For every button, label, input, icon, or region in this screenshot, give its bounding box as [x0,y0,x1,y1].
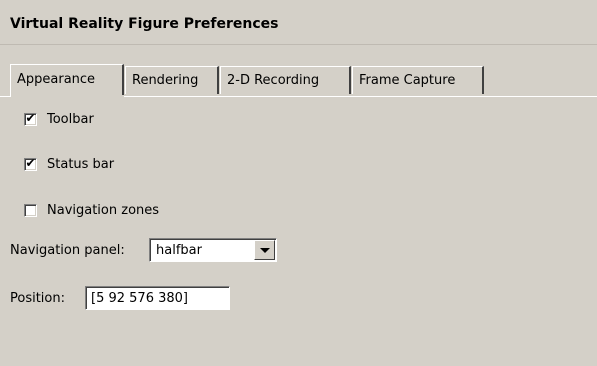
tab-appearance-label: Appearance [17,72,96,87]
dialog-header: Virtual Reality Figure Preferences [0,0,597,45]
toolbar-option[interactable]: ✔ Toolbar [24,111,94,127]
check-icon: ✔ [25,155,36,170]
navigation-zones-checkbox[interactable] [24,203,37,217]
tab-appearance[interactable]: Appearance [10,64,124,96]
toolbar-checkbox[interactable]: ✔ [24,110,37,126]
preferences-tabstrip: Appearance Rendering 2-D Recording Frame… [10,64,490,96]
tab-2d-recording[interactable]: 2-D Recording [220,66,351,94]
tab-2d-recording-label: 2-D Recording [227,73,320,88]
navigation-zones-option[interactable]: Navigation zones [24,202,159,218]
position-field[interactable]: [5 92 576 380] [85,286,230,310]
status-bar-label: Status bar [47,156,115,172]
toolbar-label: Toolbar [47,111,94,127]
status-bar-option[interactable]: ✔ Status bar [24,156,114,172]
dropdown-button[interactable] [254,240,275,260]
position-value: [5 92 576 380] [91,291,188,306]
navigation-panel-label: Navigation panel: [10,243,125,258]
position-label: Position: [10,291,65,306]
navigation-panel-value: halfbar [156,243,202,258]
navigation-panel-select[interactable]: halfbar [149,238,277,262]
tab-rendering[interactable]: Rendering [125,66,219,94]
tab-frame-capture-label: Frame Capture [359,73,456,88]
status-bar-checkbox[interactable]: ✔ [24,155,37,171]
dialog-title: Virtual Reality Figure Preferences [10,16,279,32]
tab-frame-capture[interactable]: Frame Capture [352,66,484,94]
active-tab-gap [11,95,124,98]
chevron-down-icon [260,248,270,253]
tab-rendering-label: Rendering [132,73,199,88]
check-icon: ✔ [25,110,36,125]
navigation-zones-label: Navigation zones [47,202,160,218]
